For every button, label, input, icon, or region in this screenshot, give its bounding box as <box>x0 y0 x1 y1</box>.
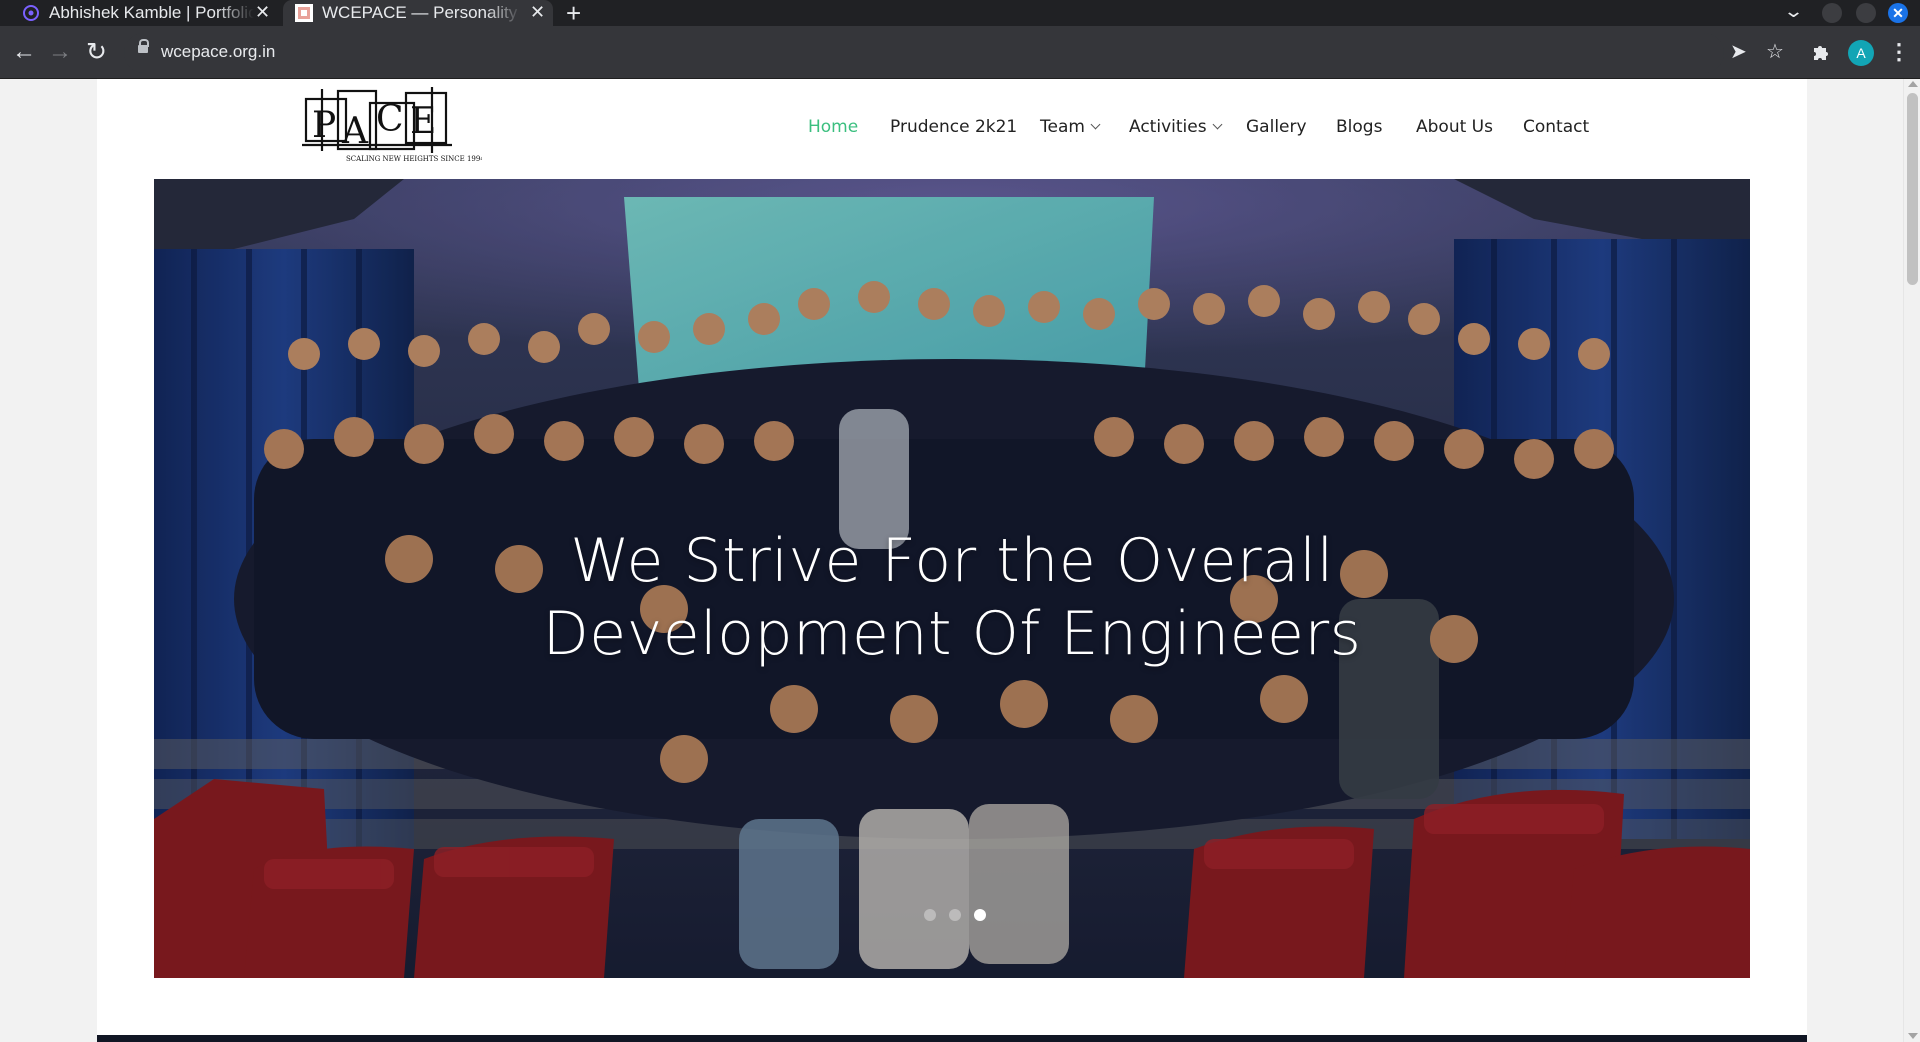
url-text[interactable]: wcepace.org.in <box>161 42 275 62</box>
nav-activities[interactable]: Activities <box>1129 117 1223 137</box>
nav-contact[interactable]: Contact <box>1523 117 1589 137</box>
hero-slider[interactable]: We Strive For the Overall Development Of… <box>154 179 1750 978</box>
site-container: P A C E SCALING NEW HEIGHTS SINCE 1994 H… <box>97 79 1807 1042</box>
portfolio-favicon-icon <box>23 5 39 21</box>
nav-home[interactable]: Home <box>808 117 858 137</box>
slider-dot-2[interactable] <box>949 909 961 921</box>
address-bar[interactable]: wcepace.org.in <box>124 33 1724 73</box>
forward-arrow-icon[interactable]: → <box>48 38 72 66</box>
browser-menu-icon[interactable]: ⋮ <box>1888 39 1910 65</box>
tab-portfolio[interactable]: Abhishek Kamble | Portfolio ✕ <box>0 0 280 26</box>
tab-wcepace[interactable]: WCEPACE — Personality & … ✕ <box>283 0 553 26</box>
hero-title: We Strive For the Overall Development Of… <box>154 525 1750 671</box>
next-section-edge <box>97 1035 1807 1042</box>
hero-title-line-2: Development Of Engineers <box>542 599 1362 669</box>
minimize-window-icon[interactable] <box>1822 3 1842 23</box>
tab-title: Abhishek Kamble | Portfolio <box>49 3 254 22</box>
tab-search-icon[interactable]: ⌄ <box>1783 1 1804 22</box>
chevron-down-icon <box>1212 119 1223 130</box>
nav-gallery[interactable]: Gallery <box>1246 117 1307 137</box>
browser-toolbar: ← → ↻ wcepace.org.in ➤ ☆ A ⋮ <box>0 26 1920 79</box>
extensions-puzzle-icon[interactable] <box>1811 42 1831 62</box>
reload-icon[interactable]: ↻ <box>86 38 107 66</box>
slider-dot-1[interactable] <box>924 909 936 921</box>
close-tab-icon[interactable]: ✕ <box>530 2 545 23</box>
slider-pagination <box>154 909 1750 923</box>
scroll-down-icon[interactable] <box>1908 1033 1918 1039</box>
nav-activities-label: Activities <box>1129 117 1207 137</box>
bookmark-star-icon[interactable]: ☆ <box>1766 39 1784 64</box>
chevron-down-icon <box>1090 119 1101 130</box>
nav-about-us[interactable]: About Us <box>1416 117 1493 137</box>
scrollbar-thumb[interactable] <box>1907 93 1918 285</box>
page-scrollbar[interactable] <box>1903 79 1920 1042</box>
close-window-icon[interactable]: ✕ <box>1888 3 1908 23</box>
pace-favicon-icon <box>295 4 313 22</box>
scroll-up-icon[interactable] <box>1908 81 1918 87</box>
new-tab-icon[interactable]: + <box>566 0 581 29</box>
page-viewport: P A C E SCALING NEW HEIGHTS SINCE 1994 H… <box>0 79 1920 1042</box>
main-nav: Home Prudence 2k21 Team Activities Galle… <box>97 117 1807 143</box>
nav-team[interactable]: Team <box>1040 117 1101 137</box>
back-arrow-icon[interactable]: ← <box>12 38 36 66</box>
tab-title: WCEPACE — Personality & … <box>322 3 522 22</box>
profile-avatar[interactable]: A <box>1848 40 1874 66</box>
tab-strip: Abhishek Kamble | Portfolio ✕ WCEPACE — … <box>0 0 1920 29</box>
nav-blogs[interactable]: Blogs <box>1336 117 1382 137</box>
slider-dot-3[interactable] <box>974 909 986 921</box>
nav-prudence-2k21[interactable]: Prudence 2k21 <box>890 117 1017 137</box>
lock-icon <box>138 39 149 53</box>
nav-team-label: Team <box>1040 117 1085 137</box>
hero-title-line-1: We Strive For the Overall <box>570 526 1334 596</box>
send-icon[interactable]: ➤ <box>1730 39 1747 64</box>
close-tab-icon[interactable]: ✕ <box>255 2 270 23</box>
logo-tagline: SCALING NEW HEIGHTS SINCE 1994 <box>346 155 482 163</box>
maximize-window-icon[interactable] <box>1856 3 1876 23</box>
